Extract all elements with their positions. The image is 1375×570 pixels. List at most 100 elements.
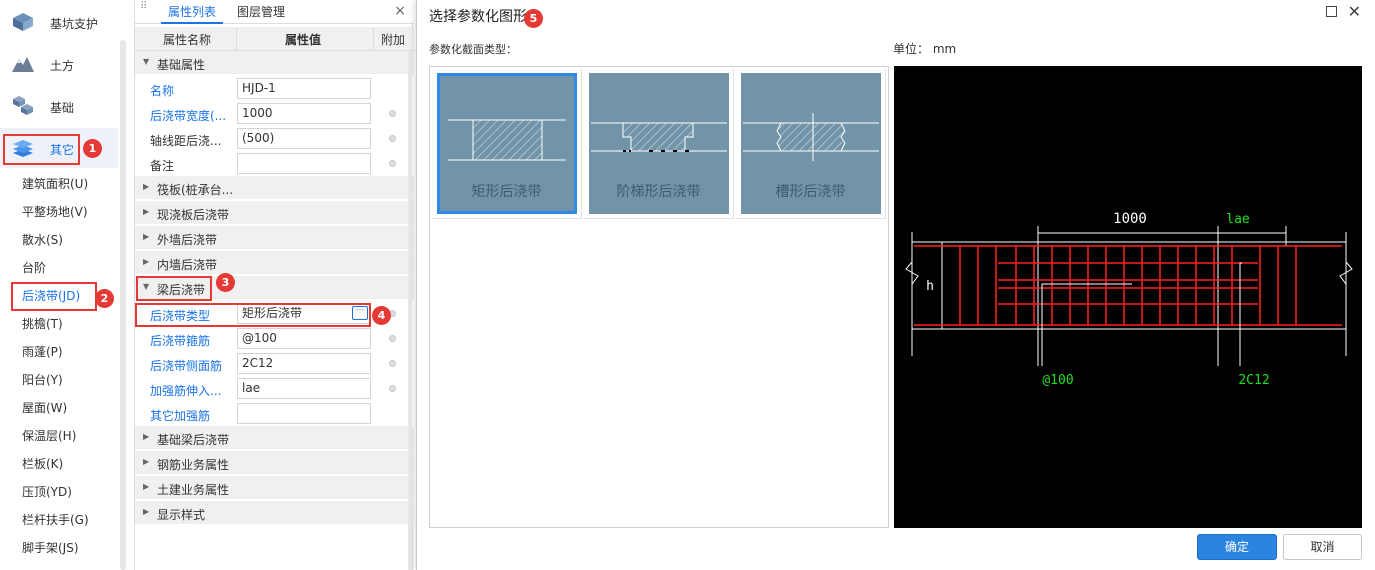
group-base[interactable]: ▼ 基础属性 <box>135 51 414 75</box>
group-label: 土建业务属性 <box>157 483 230 497</box>
nav-item-site-leveling[interactable]: 平整场地(V) <box>22 202 88 222</box>
prop-key: 其它加强筋 <box>150 409 211 423</box>
group-found-beam[interactable]: ▶ 基础梁后浇带 <box>135 426 414 450</box>
col-name: 属性名称 <box>163 33 212 47</box>
close-icon[interactable]: ✕ <box>1348 2 1361 21</box>
expand-icon: ▶ <box>143 207 150 216</box>
width-field[interactable]: 1000 <box>237 103 371 124</box>
left-nav-scrollbar[interactable] <box>120 40 126 570</box>
h-label: h <box>926 279 934 294</box>
shape-stepped[interactable]: 阶梯形后浇带 <box>584 69 734 219</box>
stirrup-label: @100 <box>1042 373 1073 388</box>
group-rebar[interactable]: ▶ 钢筋业务属性 <box>135 451 414 475</box>
stirrup-field[interactable]: @100 <box>237 328 371 349</box>
group-inner-wall[interactable]: ▶ 内墙后浇带 <box>135 251 414 275</box>
extra-checkbox[interactable] <box>389 385 396 392</box>
panel-scrollbar[interactable] <box>408 52 412 570</box>
shape-rectangle[interactable]: 矩形后浇带 <box>432 69 582 219</box>
maximize-icon[interactable] <box>1326 6 1337 17</box>
expand-icon: ▶ <box>143 432 150 441</box>
dim-lae-label: lae <box>1226 212 1250 227</box>
close-icon[interactable]: × <box>394 3 406 19</box>
prop-key: 备注 <box>150 159 175 173</box>
nav-item-roof[interactable]: 屋面(W) <box>22 398 67 418</box>
shape-groove[interactable]: 槽形后浇带 <box>736 69 886 219</box>
annotation-badge-2: 2 <box>95 289 114 308</box>
group-slab[interactable]: ▶ 现浇板后浇带 <box>135 201 414 225</box>
tab-properties[interactable]: 属性列表 <box>161 0 223 24</box>
axis-distance-field[interactable]: (500) <box>237 128 371 149</box>
extra-checkbox[interactable] <box>389 135 396 142</box>
shape-preview: 1000 lae h @100 2C12 <box>894 66 1362 528</box>
dialog-title: 选择参数化图形 <box>429 9 527 25</box>
side-bar-leader <box>1239 262 1242 366</box>
group-label: 筏板(桩承台... <box>157 183 234 197</box>
extra-checkbox[interactable] <box>389 360 396 367</box>
dim-width-label: 1000 <box>1113 211 1147 227</box>
group-outer-wall[interactable]: ▶ 外墙后浇带 <box>135 226 414 250</box>
category-label: 基础 <box>50 101 75 115</box>
confirm-button[interactable]: 确定 <box>1197 534 1277 560</box>
nav-item-insulation[interactable]: 保温层(H) <box>22 426 76 446</box>
prop-key: 加强筋伸入... <box>150 384 222 398</box>
annotation-badge-1: 1 <box>83 139 102 158</box>
group-civil[interactable]: ▶ 土建业务属性 <box>135 476 414 500</box>
section-preview-drawing: 1000 lae h @100 2C12 <box>905 211 1353 388</box>
side-bar-field[interactable]: 2C12 <box>237 353 371 374</box>
prop-key: 后浇带宽度(... <box>150 109 227 123</box>
section-label: 参数化截面类型： <box>429 43 517 56</box>
nav-item-canopy[interactable]: 雨蓬(P) <box>22 342 63 362</box>
drag-grip-icon[interactable]: ⠿ <box>140 2 148 18</box>
pit-support-icon <box>13 13 33 31</box>
group-raft[interactable]: ▶ 筏板(桩承台... <box>135 176 414 200</box>
prop-row-name: 名称 HJD-1 <box>135 76 414 101</box>
extra-checkbox[interactable] <box>389 110 396 117</box>
prop-row-extend: 加强筋伸入... lae <box>135 376 414 401</box>
category-foundation[interactable]: 基础 <box>0 86 118 126</box>
group-label: 外墙后浇带 <box>157 233 218 247</box>
annotation-box-2 <box>11 282 97 311</box>
extra-checkbox[interactable] <box>389 335 396 342</box>
col-value: 属性值 <box>285 33 322 47</box>
earthwork-icon <box>12 57 34 72</box>
nav-item-coping[interactable]: 压顶(YD) <box>22 482 72 502</box>
nav-item-steps[interactable]: 台阶 <box>22 258 46 278</box>
unit-label: 单位： mm <box>893 42 957 56</box>
shape-caption: 槽形后浇带 <box>775 184 846 200</box>
other-bar-field[interactable] <box>237 403 371 424</box>
cancel-button[interactable]: 取消 <box>1283 534 1362 560</box>
group-label: 显示样式 <box>157 508 206 522</box>
expand-icon: ▶ <box>143 507 150 516</box>
tab-layers[interactable]: 图层管理 <box>237 0 285 24</box>
expand-icon: ▶ <box>143 257 150 266</box>
extend-field[interactable]: lae <box>237 378 371 399</box>
category-pit-support[interactable]: 基坑支护 <box>0 2 118 42</box>
note-field[interactable] <box>237 153 371 174</box>
nav-item-eave[interactable]: 挑檐(T) <box>22 314 63 334</box>
nav-item-building-area[interactable]: 建筑面积(U) <box>22 174 88 194</box>
prop-row-axis: 轴线距后浇... (500) <box>135 126 414 151</box>
nav-item-parapet[interactable]: 栏板(K) <box>22 454 63 474</box>
shape-caption: 阶梯形后浇带 <box>616 184 701 200</box>
nav-item-railing[interactable]: 栏杆扶手(G) <box>22 510 89 530</box>
category-earthwork[interactable]: 土方 <box>0 44 118 84</box>
category-label: 土方 <box>50 59 75 73</box>
shape-gallery: 矩形后浇带 阶梯形后浇带 槽形后浇带 <box>429 66 889 528</box>
nav-item-scaffold[interactable]: 脚手架(JS) <box>22 538 79 558</box>
annotation-box-3 <box>136 276 212 301</box>
extra-checkbox[interactable] <box>389 160 396 167</box>
group-label: 内墙后浇带 <box>157 258 218 272</box>
group-label: 基础属性 <box>157 58 206 72</box>
side-bar-label: 2C12 <box>1238 373 1269 388</box>
prop-key: 名称 <box>150 84 175 98</box>
name-field[interactable]: HJD-1 <box>237 78 371 99</box>
annotation-badge-5: 5 <box>524 9 543 28</box>
group-display[interactable]: ▶ 显示样式 <box>135 501 414 525</box>
col-extra: 附加 <box>381 33 406 47</box>
prop-row-stirrup: 后浇带箍筋 @100 <box>135 326 414 351</box>
annotation-box-4 <box>135 303 371 327</box>
nav-item-apron[interactable]: 散水(S) <box>22 230 63 250</box>
nav-item-balcony[interactable]: 阳台(Y) <box>22 370 63 390</box>
group-label: 现浇板后浇带 <box>157 208 230 222</box>
foundation-icon <box>13 96 33 115</box>
